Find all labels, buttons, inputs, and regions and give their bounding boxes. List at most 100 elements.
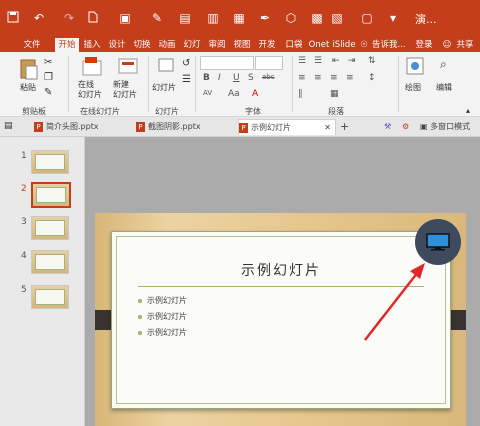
tab-developer[interactable]: 开发 <box>255 38 279 52</box>
align-left-button[interactable]: ≡ <box>298 73 306 83</box>
slideshow-icon[interactable]: ▢ <box>360 11 374 25</box>
find-icon[interactable]: ⌕ <box>440 57 447 72</box>
brush-icon[interactable]: ✒ <box>258 11 272 25</box>
text-icon[interactable]: ▥ <box>206 11 220 25</box>
close-icon[interactable]: ✕ <box>324 120 331 135</box>
online-slides-label[interactable]: 在线 幻灯片 <box>78 80 102 100</box>
save-icon[interactable] <box>6 11 20 25</box>
new-file-icon[interactable] <box>86 11 100 25</box>
clipboard-icon[interactable]: ▦ <box>232 11 246 25</box>
justify-button[interactable]: ≡ <box>346 73 354 83</box>
slide-bullet[interactable]: 示例幻灯片 <box>138 311 187 322</box>
font-name-select[interactable] <box>200 56 254 70</box>
share-button[interactable]: 共享 <box>453 38 477 52</box>
font-color-button[interactable]: A <box>252 89 258 99</box>
undo-icon[interactable]: ↶ <box>32 11 46 25</box>
spacing-button[interactable]: AV <box>203 89 212 97</box>
document-tabs: ▤ P 简介头图.pptx P 截图阴影.pptx P 示例幻灯片 ✕ + ⚒ ⚙ ▣ … <box>0 117 480 137</box>
pin-icon[interactable]: ⚒ <box>384 119 396 134</box>
layout-icon[interactable] <box>158 58 174 75</box>
align-text-button[interactable]: ↕ <box>368 73 376 83</box>
login-link[interactable]: 登录 <box>414 38 434 52</box>
doc-tab-1[interactable]: P 简介头图.pptx <box>34 119 134 134</box>
align-right-button[interactable]: ≡ <box>330 73 338 83</box>
slide-thumbnail-4[interactable] <box>31 250 69 274</box>
tab-pocket[interactable]: 口袋 <box>282 38 306 52</box>
tab-animations[interactable]: 动画 <box>155 38 179 52</box>
editing-label[interactable]: 编辑 <box>436 82 452 93</box>
pptx-file-icon: P <box>239 122 248 133</box>
slide-thumbnails-pane: 1 2 3 4 5 <box>0 137 85 426</box>
slide-label[interactable]: 幻灯片 <box>152 82 176 93</box>
slide-bullet[interactable]: 示例幻灯片 <box>138 327 187 338</box>
group-font: 字体 <box>245 107 261 116</box>
bullets-button[interactable]: ☰ <box>298 56 306 66</box>
tab-insert[interactable]: 插入 <box>80 38 104 52</box>
tab-slideshow[interactable]: 幻灯 <box>180 38 204 52</box>
slide-bullet[interactable]: 示例幻灯片 <box>138 295 187 306</box>
tab-islide[interactable]: iSlide <box>332 38 356 52</box>
align-center-button[interactable]: ≡ <box>314 73 322 83</box>
pptx-file-icon: P <box>136 121 145 132</box>
slide-thumbnail-1[interactable] <box>31 150 69 174</box>
numbering-button[interactable]: ☰ <box>314 56 322 66</box>
window-title: 演... <box>415 13 437 26</box>
tab-home[interactable]: 开始 <box>55 38 79 52</box>
text-direction-button[interactable]: ⇅ <box>368 56 376 66</box>
multi-window-button[interactable]: ▣ 多窗口模式 <box>420 119 480 134</box>
indent-button[interactable]: ⇥ <box>348 56 356 66</box>
collapse-ribbon-icon[interactable]: ▴ <box>466 106 470 115</box>
change-case-button[interactable]: Aa <box>228 89 240 99</box>
doc-tab-3[interactable]: P 示例幻灯片 ✕ <box>238 119 336 135</box>
slide-card: 示例幻灯片 示例幻灯片 示例幻灯片 示例幻灯片 <box>111 231 451 409</box>
more-icon[interactable]: ▾ <box>386 11 400 25</box>
draw-icon[interactable]: ✎ <box>150 11 164 25</box>
tell-me-box[interactable]: 告诉我... <box>372 38 412 52</box>
monitor-badge <box>415 219 461 265</box>
font-size-select[interactable] <box>255 56 283 70</box>
tab-list-icon[interactable]: ▤ <box>4 121 13 131</box>
multi-window-label: 多窗口模式 <box>430 122 471 131</box>
format-painter-icon[interactable]: ✎ <box>44 87 52 98</box>
tab-transitions[interactable]: 切换 <box>130 38 154 52</box>
doc-tab-2[interactable]: P 截图阴影.pptx <box>136 119 236 134</box>
tab-view[interactable]: 视图 <box>230 38 254 52</box>
tab-review[interactable]: 审阅 <box>205 38 229 52</box>
paste-icon[interactable] <box>20 57 38 84</box>
reset-icon[interactable]: ↺ <box>182 58 190 69</box>
doc-tab-3-label: 示例幻灯片 <box>251 123 291 132</box>
grid-icon[interactable]: ▩ <box>310 11 324 25</box>
plus-icon[interactable]: + <box>340 119 352 134</box>
italic-button[interactable]: I <box>218 73 221 83</box>
color-icon[interactable]: ▧ <box>330 11 344 25</box>
tab-design[interactable]: 设计 <box>105 38 129 52</box>
redo-icon[interactable]: ↷ <box>62 11 76 25</box>
format-icon[interactable]: ▤ <box>178 11 192 25</box>
online-slides-icon[interactable] <box>82 57 104 80</box>
tab-file[interactable]: 文件 <box>20 38 44 52</box>
outdent-button[interactable]: ⇤ <box>332 56 340 66</box>
copy-icon[interactable]: ❐ <box>44 72 53 83</box>
tab-onenote[interactable]: Onet <box>307 38 331 52</box>
drawing-icon[interactable] <box>406 57 424 78</box>
ribbon-tabs: 文件 开始 插入 设计 切换 动画 幻灯 审阅 视图 开发 口袋 Onet iS… <box>0 37 480 52</box>
cut-icon[interactable]: ✂ <box>44 57 52 68</box>
shape-icon[interactable]: ⬡ <box>284 11 298 25</box>
new-slide-icon[interactable] <box>118 57 140 80</box>
slide-thumbnail-5[interactable] <box>31 285 69 309</box>
strikethrough-button[interactable]: abc <box>262 73 275 81</box>
smartart-button[interactable]: ▦ <box>330 89 339 99</box>
shadow-button[interactable]: S <box>248 73 254 83</box>
new-slide-label[interactable]: 新建 幻灯片 <box>113 80 137 100</box>
gear-icon[interactable]: ⚙ <box>402 119 414 134</box>
columns-button[interactable]: ∥ <box>298 89 303 99</box>
underline-button[interactable]: U <box>233 73 240 83</box>
slide-thumbnail-2[interactable] <box>31 182 71 208</box>
thumb-number: 1 <box>21 151 27 161</box>
open-icon[interactable]: ▣ <box>118 11 132 25</box>
slide-title[interactable]: 示例幻灯片 <box>112 260 450 280</box>
section-icon[interactable]: ☰ <box>182 74 191 85</box>
slide-thumbnail-3[interactable] <box>31 216 69 240</box>
bold-button[interactable]: B <box>203 73 210 83</box>
drawing-label[interactable]: 绘图 <box>405 82 421 93</box>
